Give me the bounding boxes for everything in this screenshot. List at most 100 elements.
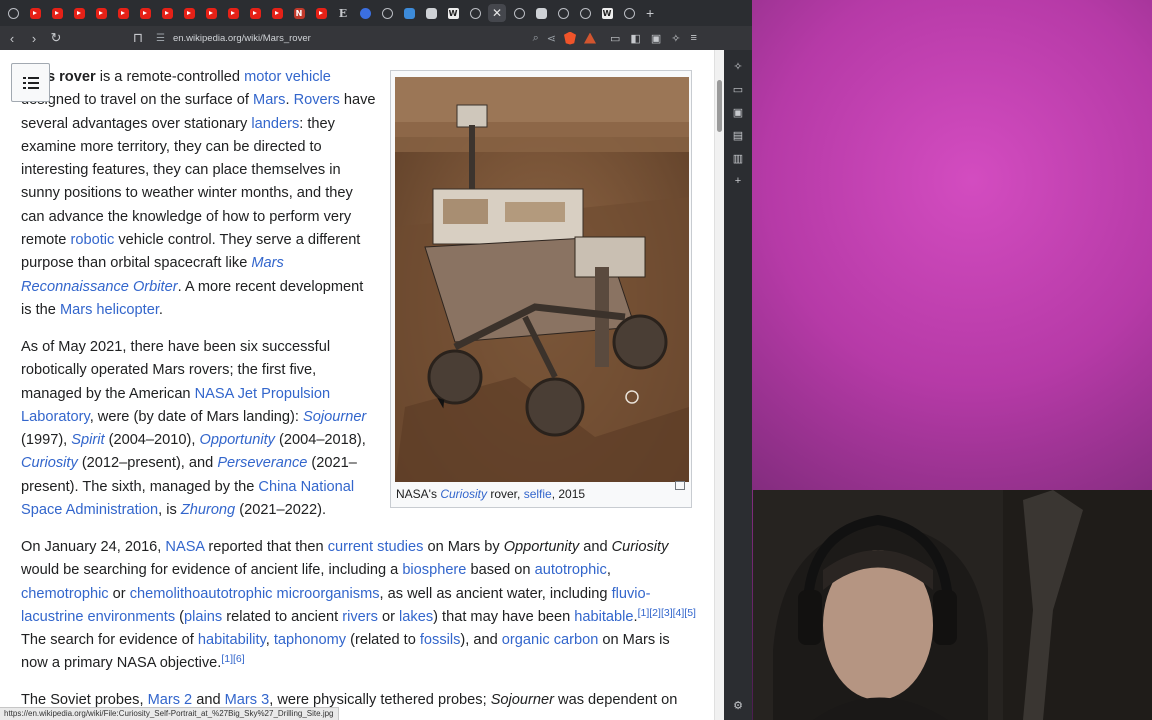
tab-manager-icon[interactable]: ▭ (610, 32, 620, 45)
article-link[interactable]: Sojourner (303, 409, 366, 425)
article-text: related to ancient (222, 608, 343, 625)
article-link[interactable]: Mars 2 (148, 692, 193, 708)
article-link[interactable]: Mars 3 (225, 692, 270, 708)
citation-link[interactable]: [1][6] (221, 653, 244, 665)
youtube-icon (29, 7, 41, 19)
browser-tab[interactable] (554, 4, 572, 22)
browser-tab[interactable] (224, 4, 242, 22)
curiosity-selfie-image[interactable] (395, 77, 689, 482)
url-field[interactable]: ☰ en.wikipedia.org/wiki/Mars_rover ⌕ ⋖ (156, 28, 596, 48)
browser-tab[interactable] (356, 4, 374, 22)
browser-tab[interactable] (92, 4, 110, 22)
article-text: is a remote-controlled (95, 69, 245, 85)
new-tab-button[interactable]: + (646, 5, 654, 21)
browser-tab[interactable] (180, 4, 198, 22)
article-link[interactable]: motor vehicle (244, 69, 331, 85)
menu-icon[interactable]: ≡ (690, 32, 696, 45)
article-link[interactable]: plains (184, 609, 222, 625)
article-link[interactable]: habitable (574, 609, 633, 625)
wallet-icon[interactable]: ▣ (732, 106, 744, 119)
article-link[interactable]: Curiosity (21, 455, 78, 471)
browser-tab[interactable] (532, 4, 550, 22)
article-link[interactable]: Zhurong (181, 502, 235, 518)
brave-shields-icon[interactable] (564, 31, 576, 45)
citation-link[interactable]: [1][2][3][4][5] (638, 607, 696, 619)
settings-icon[interactable]: ⚙ (732, 699, 744, 712)
bookmark-icon[interactable]: ⊓ (128, 28, 148, 48)
wallet-icon[interactable]: ▣ (651, 32, 661, 45)
article-link[interactable]: microorganisms (277, 586, 380, 602)
browser-tab[interactable] (136, 4, 154, 22)
browser-tab[interactable] (246, 4, 264, 22)
article-link[interactable]: Rovers (294, 92, 340, 108)
browser-tab[interactable] (70, 4, 88, 22)
article-link[interactable]: rivers (342, 609, 378, 625)
netflix-icon: N (293, 7, 305, 19)
article-link[interactable]: chemolithoautotrophic (130, 586, 273, 602)
article-link[interactable]: Mars (253, 92, 285, 108)
browser-tab[interactable] (48, 4, 66, 22)
sidebar-toggle-icon[interactable]: ◧ (630, 32, 640, 45)
browser-tab[interactable] (312, 4, 330, 22)
downloads-icon[interactable]: ▤ (732, 129, 744, 142)
add-icon[interactable]: + (732, 175, 744, 187)
browser-tab[interactable] (378, 4, 396, 22)
globe-icon (579, 7, 591, 19)
article-link[interactable]: Opportunity (199, 432, 274, 448)
article-link[interactable]: Mars helicopter (60, 302, 159, 318)
browser-tab[interactable]: W (444, 4, 462, 22)
browser-tab[interactable]: E (334, 4, 352, 22)
site-info-icon[interactable]: ☰ (156, 33, 165, 44)
article-link[interactable]: organic carbon (502, 632, 599, 648)
article-link[interactable]: Perseverance (217, 455, 307, 471)
browser-tab[interactable] (4, 4, 22, 22)
article-text: Curiosity (611, 539, 669, 555)
zoom-icon[interactable]: ⌕ (533, 32, 539, 45)
history-icon[interactable]: ▭ (732, 83, 744, 96)
article-link[interactable]: biosphere (402, 562, 466, 578)
browser-tab[interactable] (268, 4, 286, 22)
article-link[interactable]: habitability (198, 632, 266, 648)
caption-link-curiosity[interactable]: Curiosity (440, 487, 487, 501)
back-icon[interactable]: ‹ (2, 28, 22, 48)
article-link[interactable]: current studies (328, 539, 424, 555)
caption-link-selfie[interactable]: selfie (524, 487, 552, 501)
browser-tab[interactable] (466, 4, 484, 22)
browser-tab[interactable]: ✕ (488, 4, 506, 22)
article-link[interactable]: landers (251, 116, 299, 132)
article-link[interactable]: taphonomy (274, 632, 346, 648)
browser-tab[interactable] (202, 4, 220, 22)
browser-tab[interactable] (422, 4, 440, 22)
browser-tab[interactable] (158, 4, 176, 22)
forward-icon[interactable]: › (24, 28, 44, 48)
youtube-icon (227, 7, 239, 19)
browser-tab[interactable]: N (290, 4, 308, 22)
enlarge-icon[interactable] (675, 481, 685, 490)
article-link[interactable]: autotrophic (535, 562, 607, 578)
browser-tab[interactable]: W (598, 4, 616, 22)
article-link[interactable]: robotic (70, 232, 114, 248)
article-link[interactable]: lakes (399, 609, 433, 625)
brave-rewards-icon[interactable] (584, 32, 596, 44)
bookmark-icon[interactable]: ✧ (732, 60, 744, 73)
article-link[interactable]: NASA (165, 539, 204, 555)
rover-illustration (395, 77, 689, 482)
article-link[interactable]: chemotrophic (21, 586, 109, 602)
browser-tab[interactable] (576, 4, 594, 22)
scrollbar-thumb[interactable] (717, 80, 722, 132)
leo-icon[interactable]: ✧ (671, 32, 680, 45)
article-link[interactable]: fossils (420, 632, 461, 648)
page-scrollbar[interactable] (714, 50, 724, 720)
browser-tab[interactable] (400, 4, 418, 22)
browser-tab[interactable] (114, 4, 132, 22)
browser-tab[interactable] (26, 4, 44, 22)
article-link[interactable]: Spirit (71, 432, 104, 448)
share-icon[interactable]: ⋖ (547, 32, 556, 45)
reading-list-icon[interactable]: ▥ (732, 152, 744, 165)
browser-tab[interactable] (620, 4, 638, 22)
article-text: (2012–present), and (77, 455, 218, 472)
article-paragraph-intro: Mars rover is a remote-controlled motor … (21, 66, 376, 322)
reload-icon[interactable]: ↻ (46, 28, 66, 48)
browser-tab[interactable] (510, 4, 528, 22)
table-of-contents-button[interactable] (11, 63, 50, 102)
